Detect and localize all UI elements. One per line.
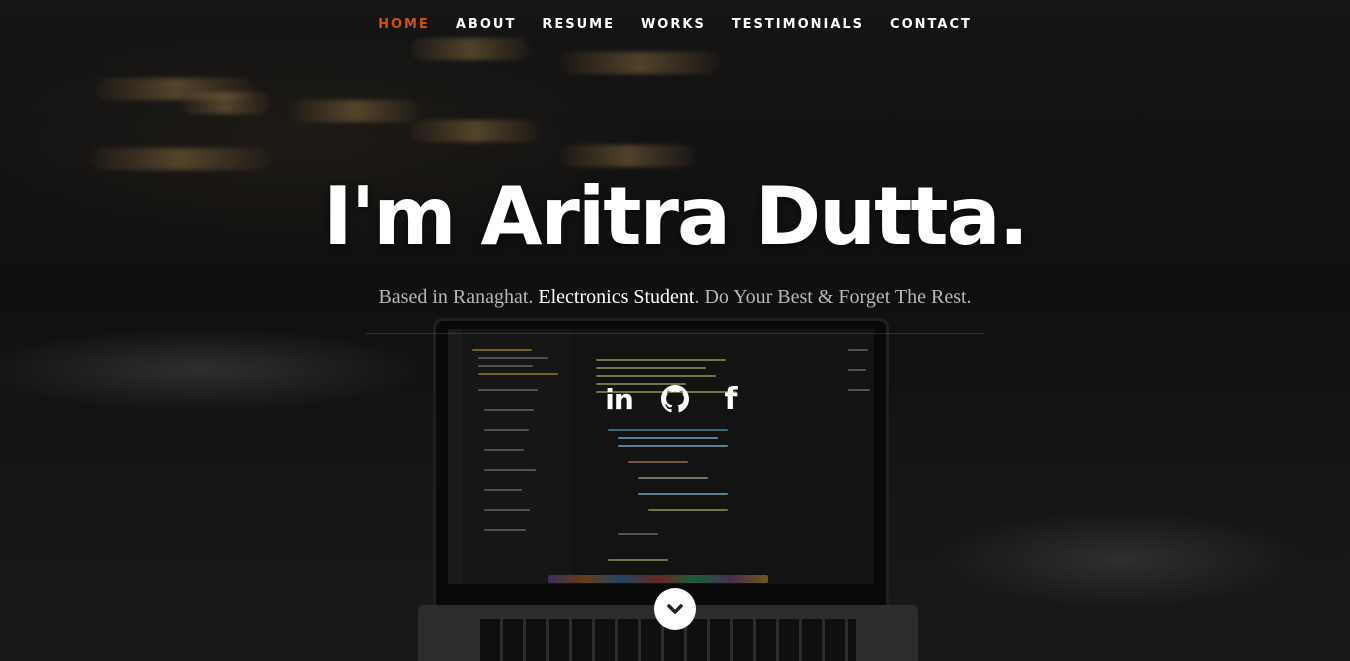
facebook-icon: f [724,381,738,417]
linkedin-link[interactable]: in [604,382,634,416]
tagline-suffix: . Do Your Best & Forget The Rest. [694,286,972,308]
hero-divider [366,333,984,334]
hero-section: HOME ABOUT RESUME WORKS TESTIMONIALS CON… [0,0,1350,661]
facebook-link[interactable]: f [716,381,746,417]
scroll-down-button[interactable] [654,588,696,630]
nav-resume[interactable]: RESUME [542,17,615,32]
nav-contact[interactable]: CONTACT [890,17,972,32]
background-overlay [0,0,1350,661]
tagline-prefix: Based in Ranaghat. [378,286,539,308]
nav-about[interactable]: ABOUT [456,17,516,32]
nav-works[interactable]: WORKS [641,17,706,32]
hero-title: I'm Aritra Dutta. [322,170,1029,263]
main-nav: HOME ABOUT RESUME WORKS TESTIMONIALS CON… [0,17,1350,32]
linkedin-icon: in [605,382,634,416]
github-icon [661,385,689,413]
nav-testimonials[interactable]: TESTIMONIALS [732,17,864,32]
chevron-down-icon [667,604,683,614]
social-links: in f [0,381,1350,417]
nav-home[interactable]: HOME [378,17,430,32]
tagline-highlight: Electronics Student [538,286,695,308]
hero-tagline: Based in Ranaghat. Electronics Student. … [0,286,1350,309]
github-link[interactable] [660,383,690,415]
